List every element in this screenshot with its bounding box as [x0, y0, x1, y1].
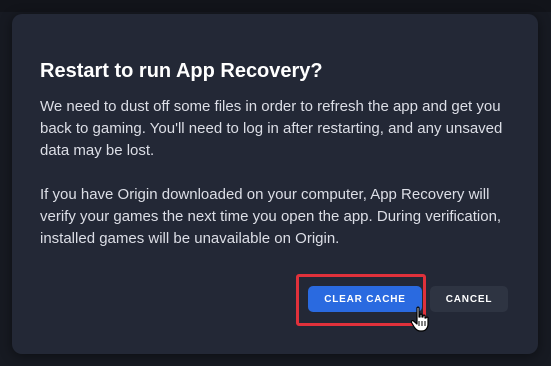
dialog-title: Restart to run App Recovery?	[40, 60, 323, 82]
dialog-paragraph-1: We need to dust off some files in order …	[40, 98, 503, 159]
restart-dialog: Restart to run App Recovery? We need to …	[12, 14, 538, 354]
dialog-actions: CLEAR CACHE CANCEL	[308, 286, 508, 312]
dialog-body: We need to dust off some files in order …	[40, 96, 510, 250]
cancel-button[interactable]: CANCEL	[430, 286, 508, 312]
background-app-strip	[0, 0, 551, 12]
dialog-paragraph-2: If you have Origin downloaded on your co…	[40, 186, 502, 247]
clear-cache-button[interactable]: CLEAR CACHE	[308, 286, 422, 312]
